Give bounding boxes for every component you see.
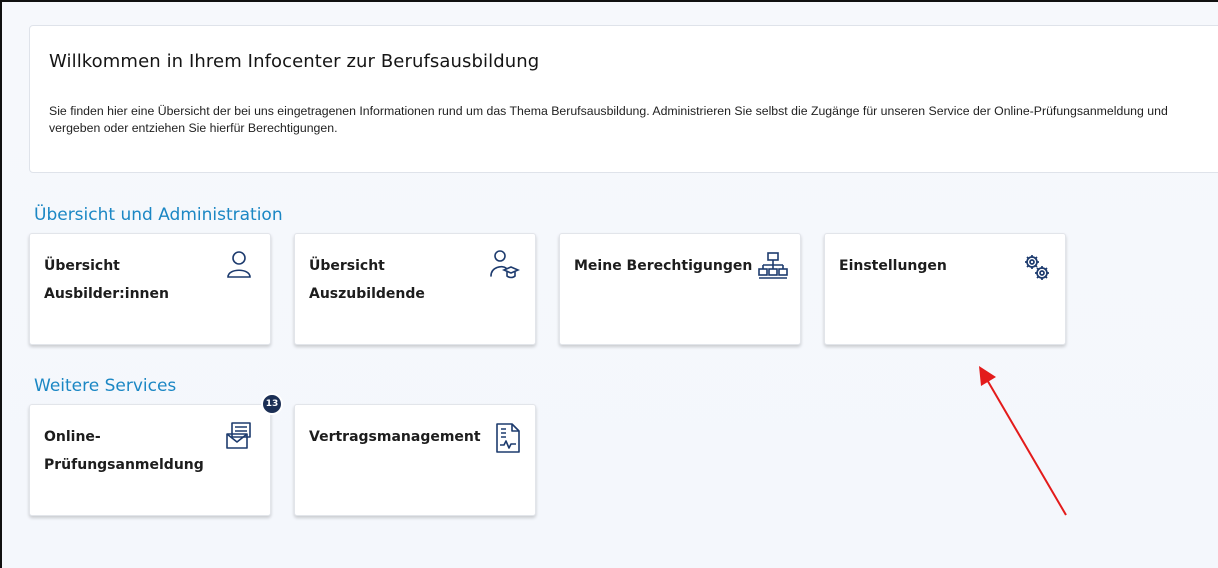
card-berechtigungen[interactable]: Meine Berechtigungen [559, 233, 801, 345]
card-pruefungsanmeldung[interactable]: Online-Prüfungsanmeldung [29, 404, 271, 516]
card-berechtigungen-label: Meine Berechtigungen [574, 258, 753, 274]
notification-badge: 13 [261, 393, 283, 415]
mail-stack-icon [223, 420, 255, 452]
section-title-services: Weitere Services [34, 376, 177, 396]
card-einstellungen[interactable]: Einstellungen [824, 233, 1066, 345]
welcome-text: Sie finden hier eine Übersicht der bei u… [49, 104, 1168, 135]
welcome-panel: Willkommen in Ihrem Infocenter zur Beruf… [29, 25, 1218, 173]
hierarchy-icon [757, 250, 789, 282]
page-title: Willkommen in Ihrem Infocenter zur Beruf… [49, 51, 540, 72]
card-auszubildende-label: Übersicht Auszubildende [309, 258, 425, 302]
section-title-administration: Übersicht und Administration [34, 205, 283, 225]
card-ausbilder[interactable]: Übersicht Ausbilder:innen [29, 233, 271, 345]
gears-icon [1021, 252, 1053, 284]
student-icon [488, 248, 520, 280]
contract-document-icon [492, 422, 524, 454]
card-pruefungsanmeldung-label: Online-Prüfungsanmeldung [44, 429, 204, 473]
page-frame: Willkommen in Ihrem Infocenter zur Beruf… [0, 0, 1218, 568]
card-vertragsmanagement[interactable]: Vertragsmanagement [294, 404, 536, 516]
card-ausbilder-label: Übersicht Ausbilder:innen [44, 258, 169, 302]
card-vertragsmanagement-label: Vertragsmanagement [309, 429, 481, 445]
card-einstellungen-label: Einstellungen [839, 258, 947, 274]
card-auszubildende[interactable]: Übersicht Auszubildende [294, 233, 536, 345]
person-icon [223, 248, 255, 280]
